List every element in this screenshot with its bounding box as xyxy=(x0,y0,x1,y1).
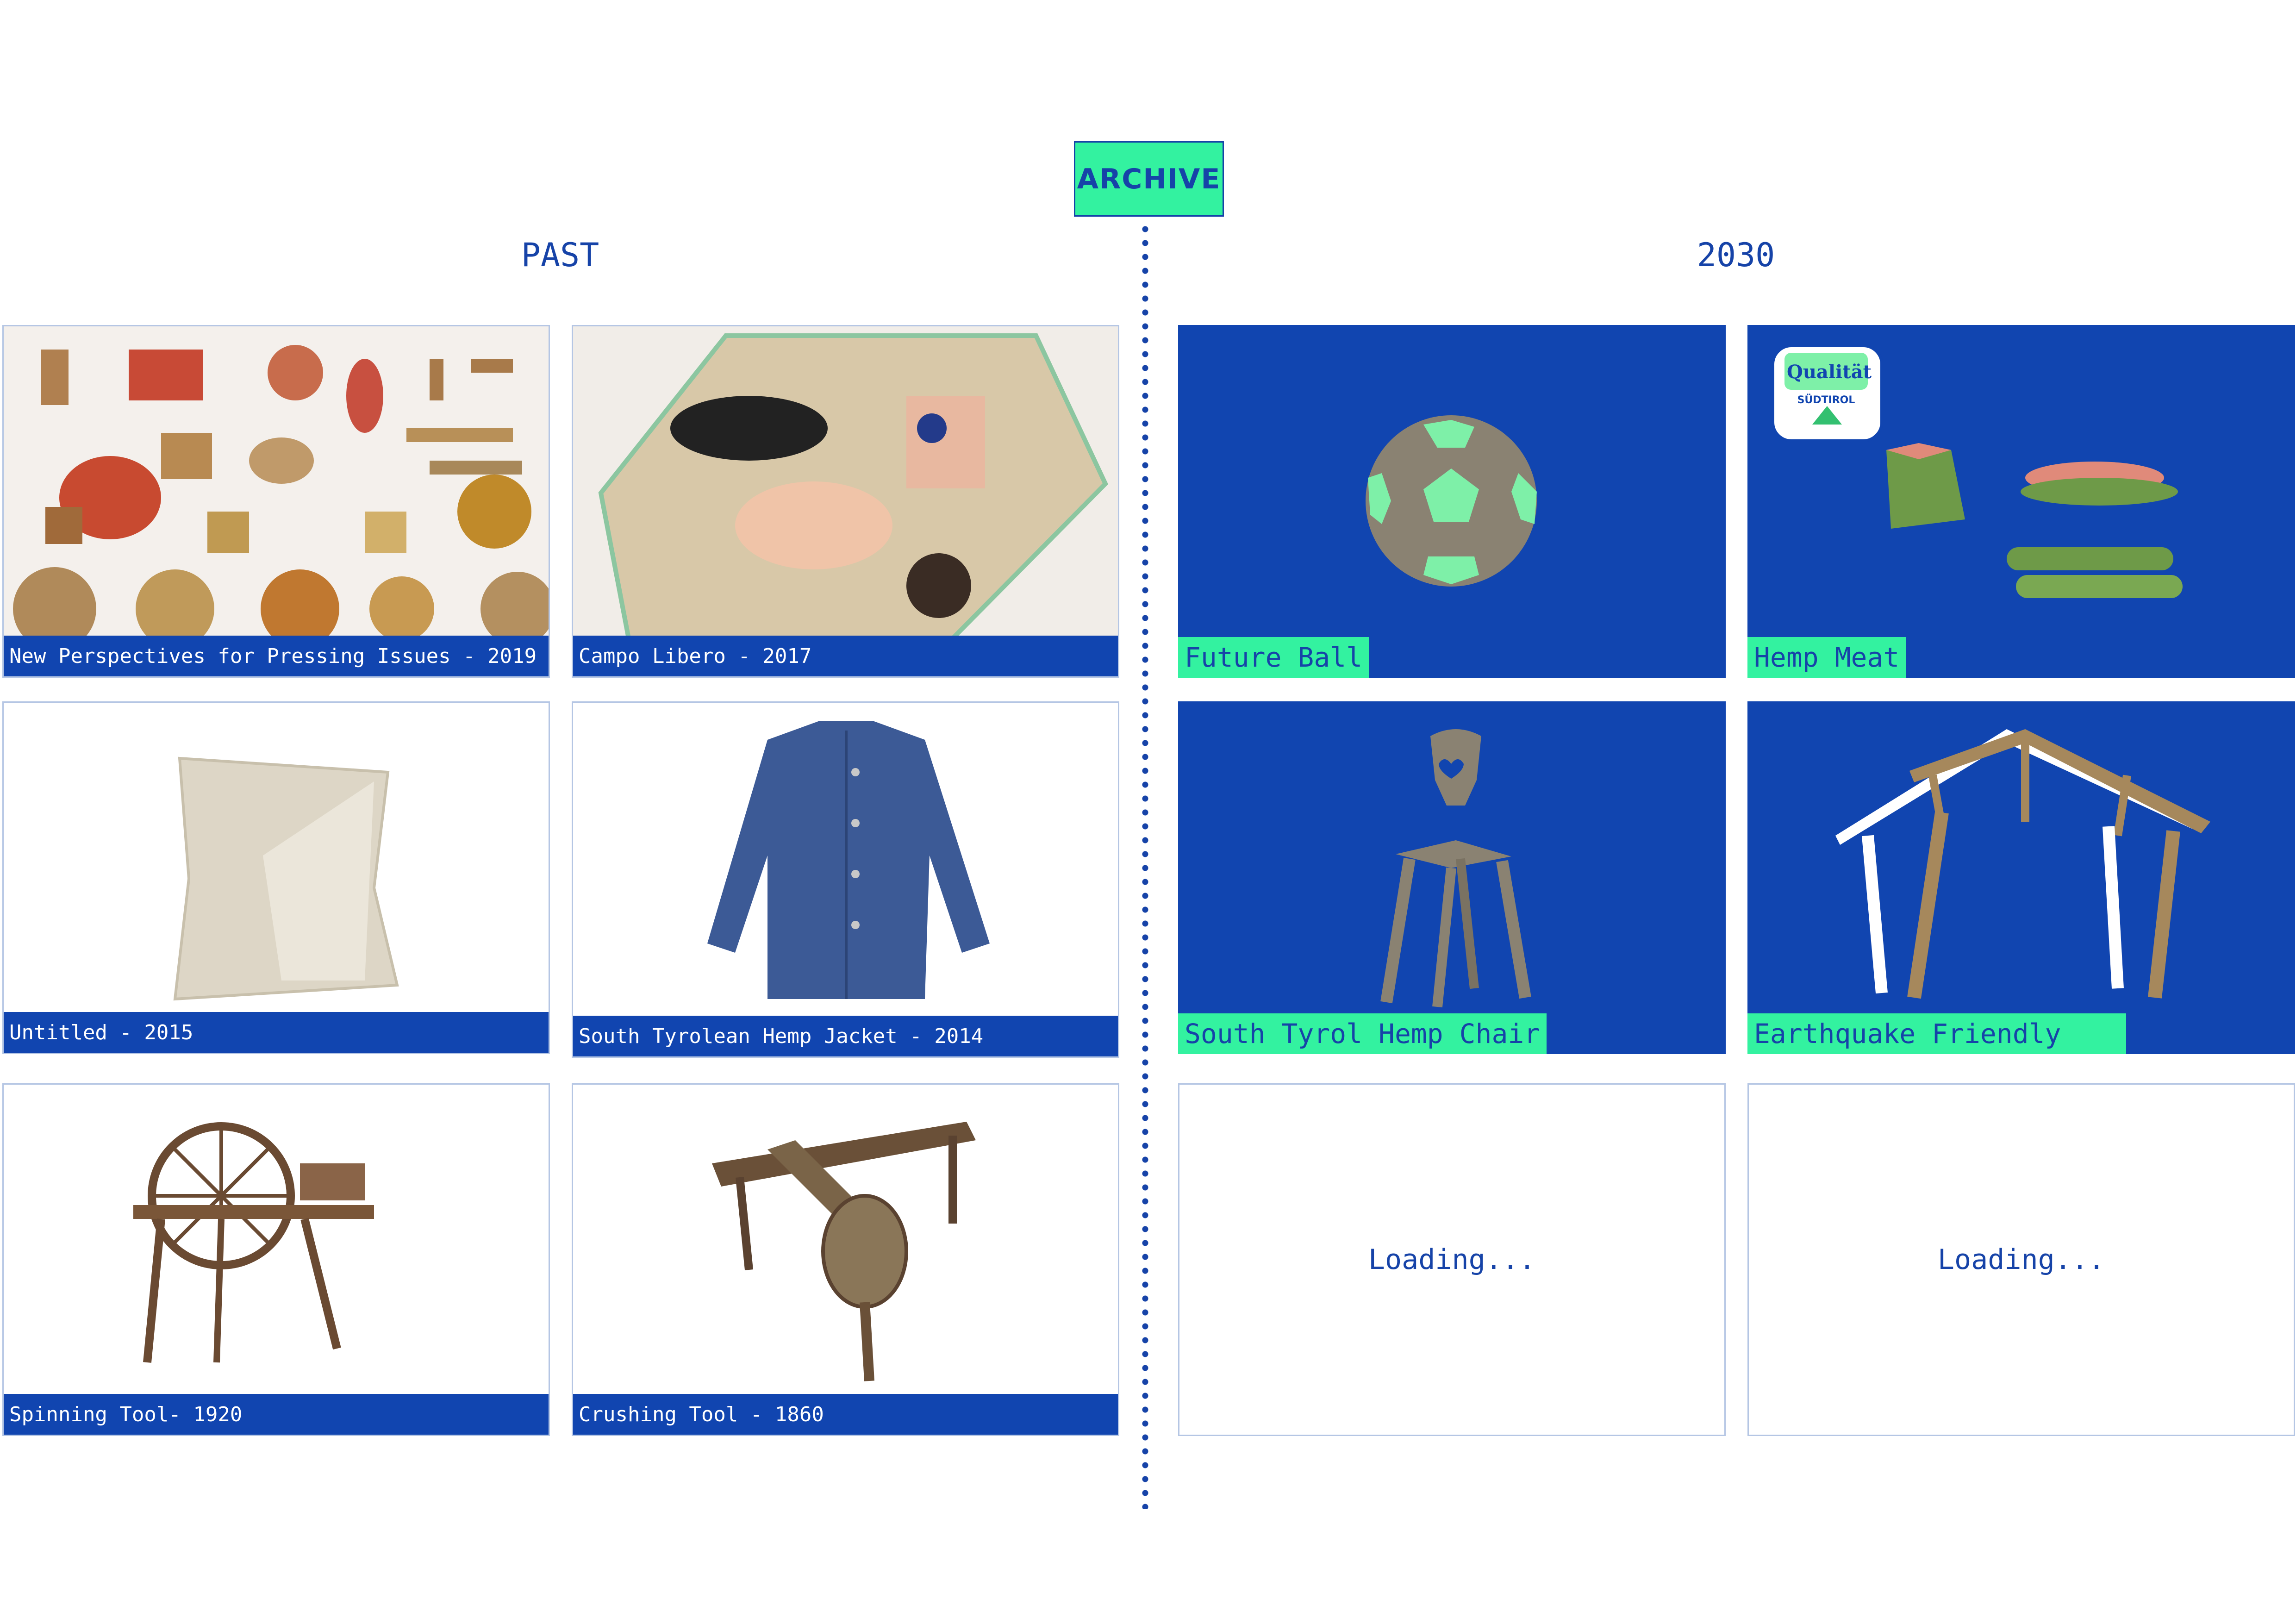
card-caption: Crushing Tool - 1860 xyxy=(573,1394,1118,1435)
future-card-hemp-chair[interactable]: South Tyrol Hemp Chair xyxy=(1178,701,1726,1054)
future-column-title: 2030 xyxy=(1697,236,1775,274)
past-card-spinning-tool[interactable]: Spinning Tool- 1920 xyxy=(2,1083,550,1436)
card-caption: South Tyrolean Hemp Jacket - 2014 xyxy=(573,1016,1118,1056)
quality-badge-subtitle: SÜDTIROL xyxy=(1797,394,1855,406)
hemp-football-icon xyxy=(1366,415,1537,587)
future-card-loading-2: Loading... xyxy=(1747,1083,2295,1436)
archive-button[interactable]: ARCHIVE xyxy=(1074,141,1224,217)
hemp-chair-icon xyxy=(1380,729,1531,1008)
future-card-future-ball[interactable]: Future Ball xyxy=(1178,325,1726,678)
card-caption: Hemp Meat xyxy=(1747,637,1906,678)
past-card-untitled[interactable]: Untitled - 2015 xyxy=(2,701,550,1054)
past-column-title: PAST xyxy=(521,236,599,274)
past-card-crushing-tool[interactable]: Crushing Tool - 1860 xyxy=(572,1083,1119,1436)
future-card-earthquake-friendly[interactable]: Earthquake Friendly xyxy=(1747,701,2295,1054)
card-caption: Future Ball xyxy=(1178,637,1369,678)
future-card-loading-1: Loading... xyxy=(1178,1083,1726,1436)
denim-hemp-jacket-icon xyxy=(707,721,990,999)
spinning-wheel-icon xyxy=(133,1122,374,1363)
past-card-campo-libero[interactable]: Campo Libero - 2017 xyxy=(572,325,1119,678)
past-card-pressing-issues[interactable]: New Perspectives for Pressing Issues - 2… xyxy=(2,325,550,678)
card-caption: Earthquake Friendly xyxy=(1747,1013,2126,1054)
card-caption: South Tyrol Hemp Chair xyxy=(1178,1013,1547,1054)
knitted-hemp-cloth-icon xyxy=(173,756,399,1001)
card-caption: Untitled - 2015 xyxy=(4,1012,549,1053)
loading-text: Loading... xyxy=(1368,1243,1536,1276)
hemp-objects-collection-icon xyxy=(4,326,549,638)
hemp-crushing-tool-icon xyxy=(712,1122,976,1381)
quality-badge-title: Qualität xyxy=(1787,361,1872,383)
timeline-divider xyxy=(1142,222,1148,1509)
card-caption: New Perspectives for Pressing Issues - 2… xyxy=(4,636,549,676)
card-caption: Campo Libero - 2017 xyxy=(573,636,1118,676)
person-on-hemp-mat-icon xyxy=(573,326,1118,638)
loading-text: Loading... xyxy=(1937,1243,2105,1276)
future-card-hemp-meat[interactable]: Qualität SÜDTIROL Hemp Meat xyxy=(1747,325,2295,678)
card-caption: Spinning Tool- 1920 xyxy=(4,1394,549,1435)
past-card-hemp-jacket[interactable]: South Tyrolean Hemp Jacket - 2014 xyxy=(572,701,1119,1058)
hemp-roof-structure-icon xyxy=(1835,729,2210,999)
